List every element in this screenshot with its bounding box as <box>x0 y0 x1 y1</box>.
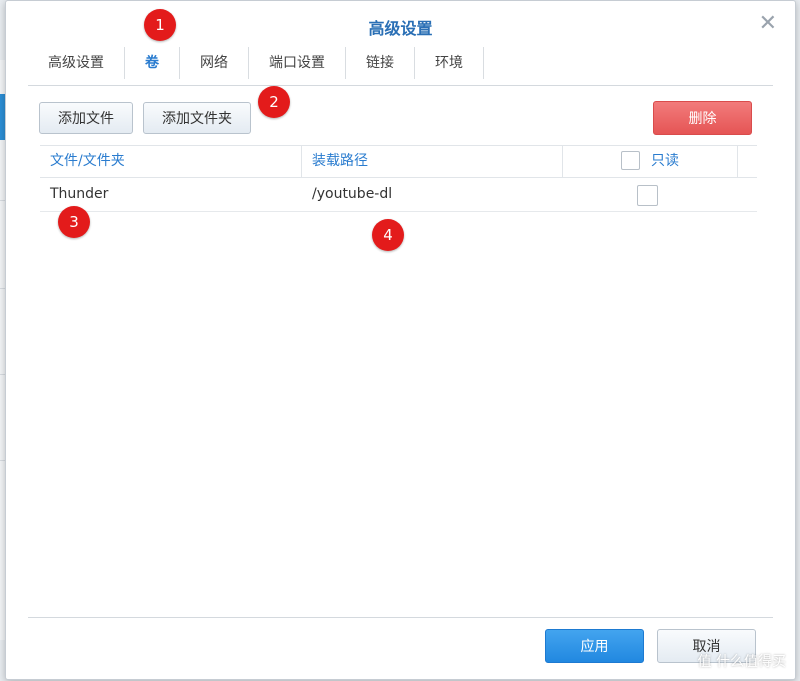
header-file-folder[interactable]: 文件/文件夹 <box>50 146 125 177</box>
tab-volume[interactable]: 卷 <box>125 47 180 79</box>
add-file-button[interactable]: 添加文件 <box>39 102 133 134</box>
select-all-readonly-checkbox[interactable] <box>621 151 640 170</box>
dialog-title: 高级设置 <box>368 19 433 38</box>
annotation-badge-3: 3 <box>58 206 90 238</box>
column-separator <box>737 146 738 177</box>
annotation-badge-2: 2 <box>258 86 290 118</box>
advanced-settings-dialog: 高级设置 ✕ 高级设置 卷 网络 端口设置 链接 环境 添加文件 添加文件夹 删… <box>5 0 796 680</box>
header-readonly: 只读 <box>651 153 679 169</box>
annotation-badge-4: 4 <box>372 219 404 251</box>
cell-mount-path: /youtube-dl <box>312 186 393 202</box>
table-header: 文件/文件夹 装载路径 只读 <box>40 145 757 178</box>
tab-environment[interactable]: 环境 <box>415 47 484 79</box>
column-separator <box>301 146 302 177</box>
table-row[interactable]: Thunder /youtube-dl <box>40 178 757 212</box>
apply-button[interactable]: 应用 <box>545 629 644 663</box>
watermark: 值 什么值得买 <box>697 654 786 670</box>
footer-divider <box>28 617 773 618</box>
annotation-badge-1: 1 <box>144 9 176 41</box>
column-separator <box>562 146 563 177</box>
tab-links[interactable]: 链接 <box>346 47 415 79</box>
tab-advanced[interactable]: 高级设置 <box>28 47 125 79</box>
tab-bar: 高级设置 卷 网络 端口设置 链接 环境 <box>28 47 484 79</box>
delete-button[interactable]: 删除 <box>653 101 752 135</box>
close-icon[interactable]: ✕ <box>759 13 777 35</box>
tab-port-settings[interactable]: 端口设置 <box>249 47 346 79</box>
tab-network[interactable]: 网络 <box>180 47 249 79</box>
add-folder-button[interactable]: 添加文件夹 <box>143 102 251 134</box>
readonly-checkbox[interactable] <box>637 185 658 206</box>
tab-divider <box>28 85 773 86</box>
header-mount-path[interactable]: 装载路径 <box>312 146 368 177</box>
